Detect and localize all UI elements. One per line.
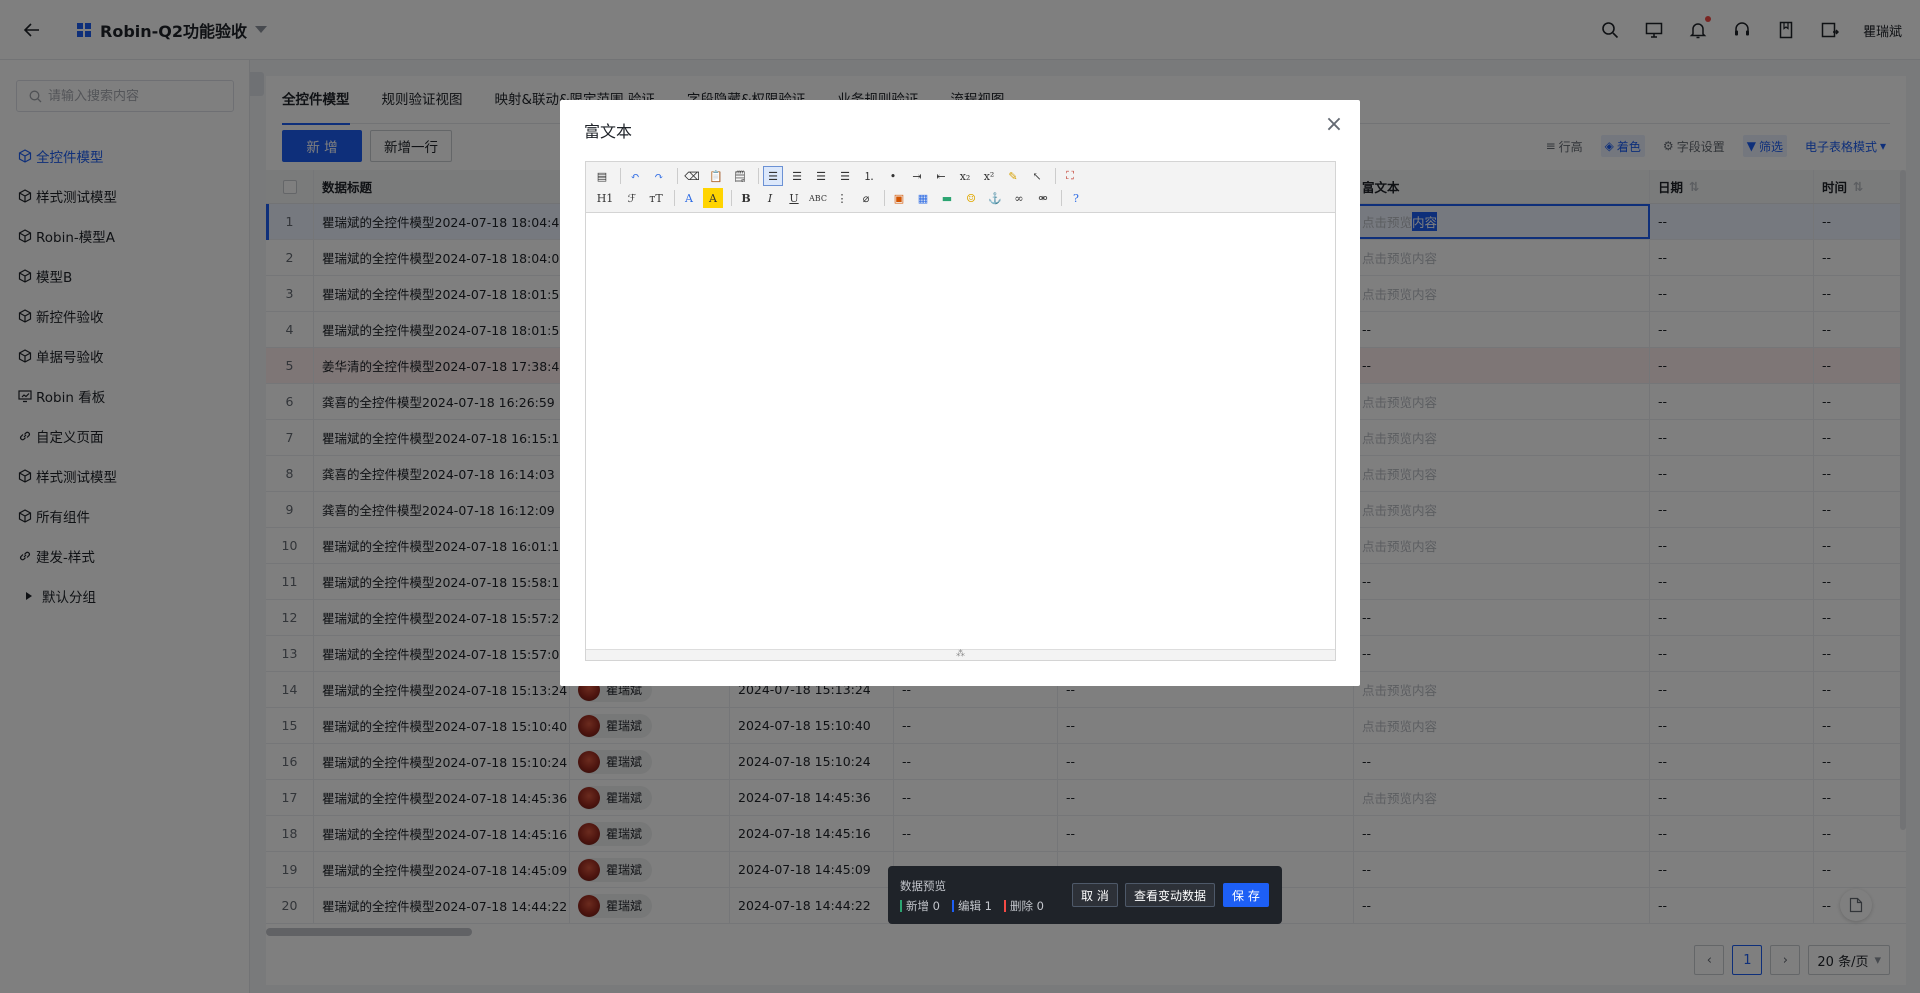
font-color-icon[interactable]: A <box>679 188 699 208</box>
underline-icon[interactable]: U <box>784 188 804 208</box>
image-icon[interactable]: ▣ <box>889 188 909 208</box>
view-changes-button[interactable]: 查看变动数据 <box>1125 883 1216 907</box>
background-color-icon[interactable]: A <box>703 188 723 208</box>
emoji-icon[interactable]: ☺ <box>961 188 981 208</box>
table-dots-icon[interactable]: ⋮ <box>832 188 852 208</box>
bold-icon[interactable]: B <box>736 188 756 208</box>
rich-text-editor: ▤ ↶ ↷ ⌫ 📋 🗒 ☰ ☰ ☰ ☰ ⒈ • ⇥ ⇤ x₂ x² ✎ ↖ ⛶ … <box>585 161 1336 661</box>
help-icon[interactable]: ? <box>1066 188 1086 208</box>
editor-toolbar: ▤ ↶ ↷ ⌫ 📋 🗒 ☰ ☰ ☰ ☰ ⒈ • ⇥ ⇤ x₂ x² ✎ ↖ ⛶ … <box>586 162 1335 213</box>
fullscreen-icon[interactable]: ⛶ <box>1060 166 1080 186</box>
paste-icon[interactable]: 📋 <box>706 166 726 186</box>
strikethrough-icon[interactable]: ABC <box>808 188 828 208</box>
align-right-icon[interactable]: ☰ <box>811 166 831 186</box>
superscript-icon[interactable]: x² <box>979 166 999 186</box>
heading-icon[interactable]: H1 <box>592 188 618 208</box>
undo-icon[interactable]: ↶ <box>625 166 645 186</box>
font-family-icon[interactable]: ℱ <box>622 188 642 208</box>
rich-text-dialog: 富文本 × ▤ ↶ ↷ ⌫ 📋 🗒 ☰ ☰ ☰ ☰ ⒈ • ⇥ ⇤ x₂ x² … <box>560 100 1360 686</box>
link-icon[interactable]: ∞ <box>1009 188 1029 208</box>
unlink-icon[interactable]: ⚮ <box>1033 188 1053 208</box>
paste-text-icon[interactable]: 🗒 <box>730 166 750 186</box>
added-count: 新增 0 <box>900 898 940 914</box>
edited-count: 编辑 1 <box>951 898 992 914</box>
table-icon[interactable]: ▦ <box>913 188 933 208</box>
redo-icon[interactable]: ↷ <box>649 166 669 186</box>
dialog-title: 富文本 <box>584 122 633 141</box>
format-clear-icon[interactable]: ⌫ <box>682 166 702 186</box>
save-button[interactable]: 保 存 <box>1223 883 1269 907</box>
outdent-icon[interactable]: ⇤ <box>931 166 951 186</box>
italic-icon[interactable]: I <box>760 188 780 208</box>
align-center-icon[interactable]: ☰ <box>787 166 807 186</box>
close-icon[interactable]: × <box>1322 112 1346 137</box>
indent-icon[interactable]: ⇥ <box>907 166 927 186</box>
eraser-icon[interactable]: ⌀ <box>856 188 876 208</box>
change-stats: 新增 0 编辑 1 删除 0 <box>900 898 1056 914</box>
source-icon[interactable]: ▤ <box>592 166 612 186</box>
unordered-list-icon[interactable]: • <box>883 166 903 186</box>
data-preview-title: 数据预览 <box>900 879 946 893</box>
font-size-icon[interactable]: тT <box>646 188 666 208</box>
ordered-list-icon[interactable]: ⒈ <box>859 166 879 186</box>
anchor-icon[interactable]: ⚓ <box>985 188 1005 208</box>
align-justify-icon[interactable]: ☰ <box>835 166 855 186</box>
cancel-button[interactable]: 取 消 <box>1072 883 1118 907</box>
deleted-count: 删除 0 <box>1003 898 1044 914</box>
editor-resize-handle[interactable]: ⁂ <box>586 649 1335 660</box>
subscript-icon[interactable]: x₂ <box>955 166 975 186</box>
data-preview-bar: 数据预览 新增 0 编辑 1 删除 0 取 消 查看变动数据 保 存 <box>888 866 1282 924</box>
insert-row-icon[interactable]: ▬ <box>937 188 957 208</box>
format-painter-icon[interactable]: ✎ <box>1003 166 1023 186</box>
select-all-icon[interactable]: ↖ <box>1027 166 1047 186</box>
align-left-icon[interactable]: ☰ <box>763 166 783 186</box>
editor-content-area[interactable] <box>586 213 1335 649</box>
